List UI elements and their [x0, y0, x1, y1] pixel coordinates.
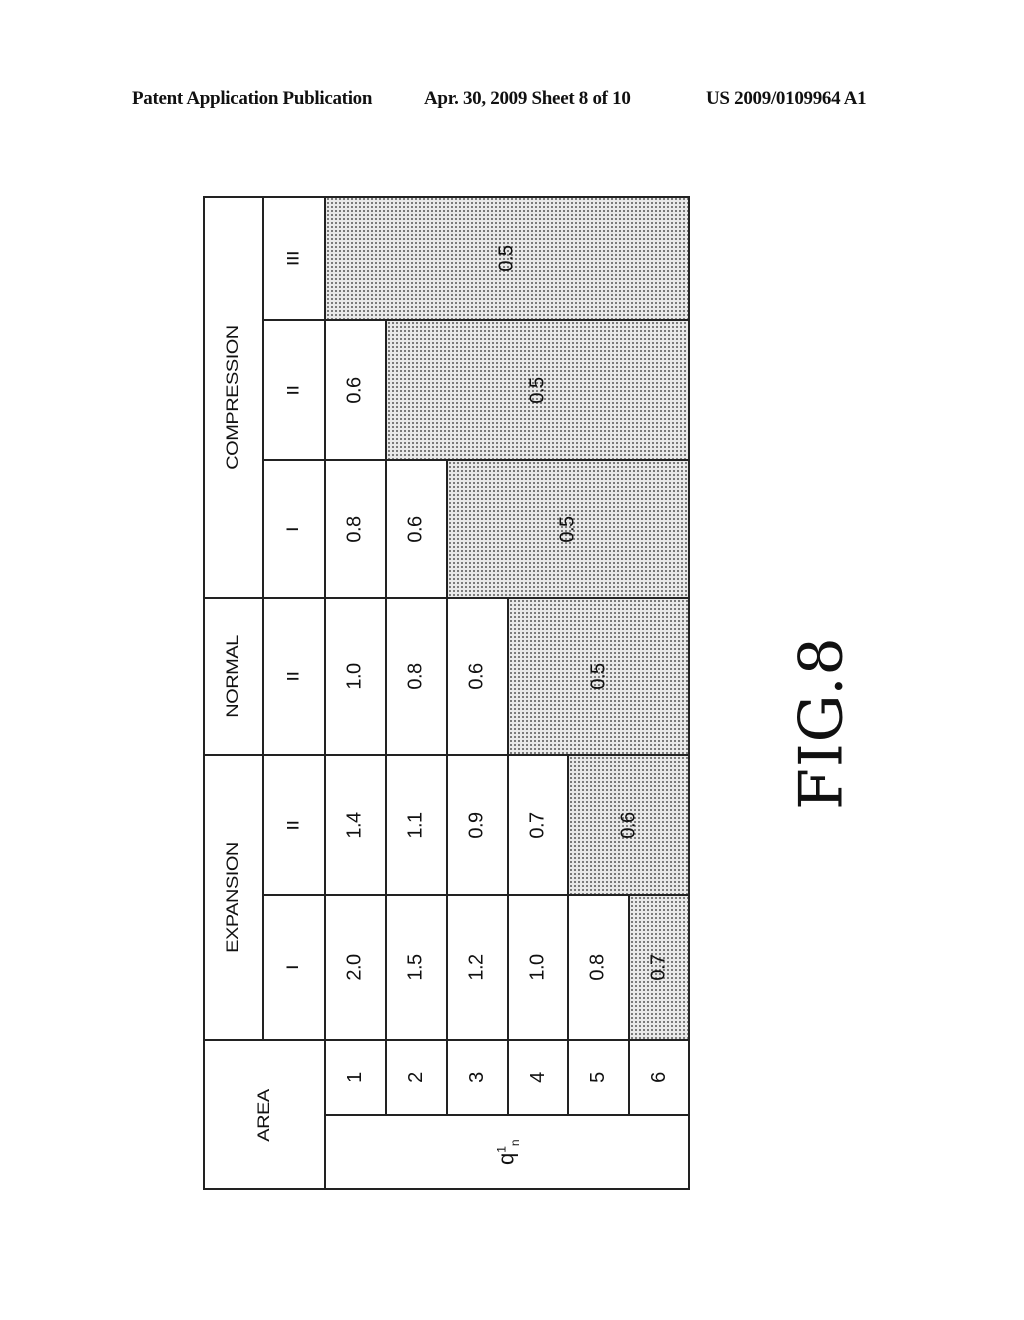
sub-header-label: II: [284, 819, 303, 831]
value-cell: 1.5: [386, 895, 447, 1040]
value-cell: 1.0: [508, 895, 568, 1040]
value-shaded: 0.6: [617, 811, 640, 839]
value-cell-shaded: 0.5: [447, 460, 690, 598]
value-cell-shaded: 0.6: [568, 755, 690, 895]
area-header: AREA: [203, 1040, 325, 1190]
value: 1.5: [405, 954, 427, 981]
value: 1.2: [466, 954, 488, 981]
coefficient-superscript: 1: [493, 1146, 508, 1154]
value-cell: 1.1: [386, 755, 447, 895]
value: 0.8: [405, 663, 427, 690]
value: 0.6: [344, 376, 366, 404]
area-number: 5: [587, 1072, 609, 1083]
publication-date-sheet: Apr. 30, 2009 Sheet 8 of 10: [424, 88, 631, 109]
value-cell: 0.6: [447, 598, 508, 755]
sub-header-compression-i: I: [263, 460, 325, 598]
sub-header-label: I: [284, 526, 303, 532]
value: 0.6: [405, 515, 427, 543]
coefficient-base: q: [493, 1153, 519, 1166]
sub-header-expansion-ii: II: [263, 755, 325, 895]
value-cell: 1.0: [325, 598, 386, 755]
group-header-compression: COMPRESSION: [203, 196, 263, 598]
value-cell: 0.6: [386, 460, 447, 598]
value-cell-shaded: 0.5: [325, 196, 690, 320]
value-shaded: 0.5: [557, 515, 579, 543]
value: 0.8: [344, 515, 366, 543]
sub-header-expansion-i: I: [263, 895, 325, 1040]
area-number: 1: [344, 1072, 366, 1083]
value-cell-shaded: 0.5: [386, 320, 690, 460]
group-header-label: NORMAL: [223, 635, 242, 718]
sub-header-compression-iii: III: [263, 196, 325, 320]
value-cell: 1.2: [447, 895, 508, 1040]
value: 0.9: [466, 811, 488, 839]
group-header-label: EXPANSION: [223, 842, 242, 953]
sub-header-label: III: [284, 250, 303, 266]
sub-header-normal-ii: II: [263, 598, 325, 755]
value-shaded: 0.7: [648, 954, 670, 981]
coefficient-table: AREA 1 2 3 4 5 6 q1n I 2.0 1.5 1.2 1.0 0.8 0.7 II 1.4 1.1…: [203, 196, 690, 1190]
area-number-cell: 3: [447, 1040, 508, 1115]
value: 2.0: [344, 954, 366, 981]
value: 0.8: [587, 954, 609, 981]
value: 1.1: [405, 811, 427, 839]
value-cell-shaded: 0.7: [629, 895, 690, 1040]
area-header-label: AREA: [254, 1088, 273, 1142]
value-cell: 1.4: [325, 755, 386, 895]
area-number-cell: 1: [325, 1040, 386, 1115]
sub-header-label: II: [284, 384, 303, 396]
sub-header-compression-ii: II: [263, 320, 325, 460]
area-number: 4: [526, 1072, 549, 1083]
value-cell: 2.0: [325, 895, 386, 1040]
value-cell: 0.8: [386, 598, 447, 755]
area-number-cell: 2: [386, 1040, 447, 1115]
area-number-cell: 5: [568, 1040, 629, 1115]
group-header-label: COMPRESSION: [223, 324, 242, 470]
area-number: 3: [466, 1072, 488, 1083]
group-header-expansion: EXPANSION: [203, 755, 263, 1040]
publication-type: Patent Application Publication: [132, 88, 373, 109]
publication-number: US 2009/0109964 A1: [706, 88, 867, 109]
value-shaded: 0.5: [587, 663, 610, 690]
group-header-normal: NORMAL: [203, 598, 263, 755]
value-cell-shaded: 0.5: [508, 598, 690, 755]
figure-label: FIG.8: [772, 628, 872, 818]
area-number-cell: 4: [508, 1040, 568, 1115]
value-cell: 0.8: [325, 460, 386, 598]
coefficient-subscript: n: [507, 1139, 522, 1147]
value: 0.6: [466, 663, 488, 690]
value-cell: 0.6: [325, 320, 386, 460]
area-number: 2: [405, 1072, 427, 1083]
value: 1.0: [526, 954, 549, 981]
sub-header-label: II: [284, 671, 303, 682]
value: 1.4: [344, 811, 366, 839]
value-cell: 0.7: [508, 755, 568, 895]
sub-header-label: I: [284, 964, 303, 971]
value-cell: 0.9: [447, 755, 508, 895]
value-cell: 0.8: [568, 895, 629, 1040]
value: 0.7: [526, 811, 549, 839]
value-shaded: 0.5: [526, 376, 549, 404]
coefficient-label-cell: q1n: [325, 1115, 690, 1190]
figure-label-text: FIG.8: [787, 636, 857, 810]
coefficient-symbol: q1n: [493, 1140, 521, 1166]
value: 1.0: [344, 663, 366, 690]
value-shaded: 0.5: [496, 244, 518, 272]
area-number: 6: [648, 1072, 670, 1083]
area-number-cell: 6: [629, 1040, 690, 1115]
